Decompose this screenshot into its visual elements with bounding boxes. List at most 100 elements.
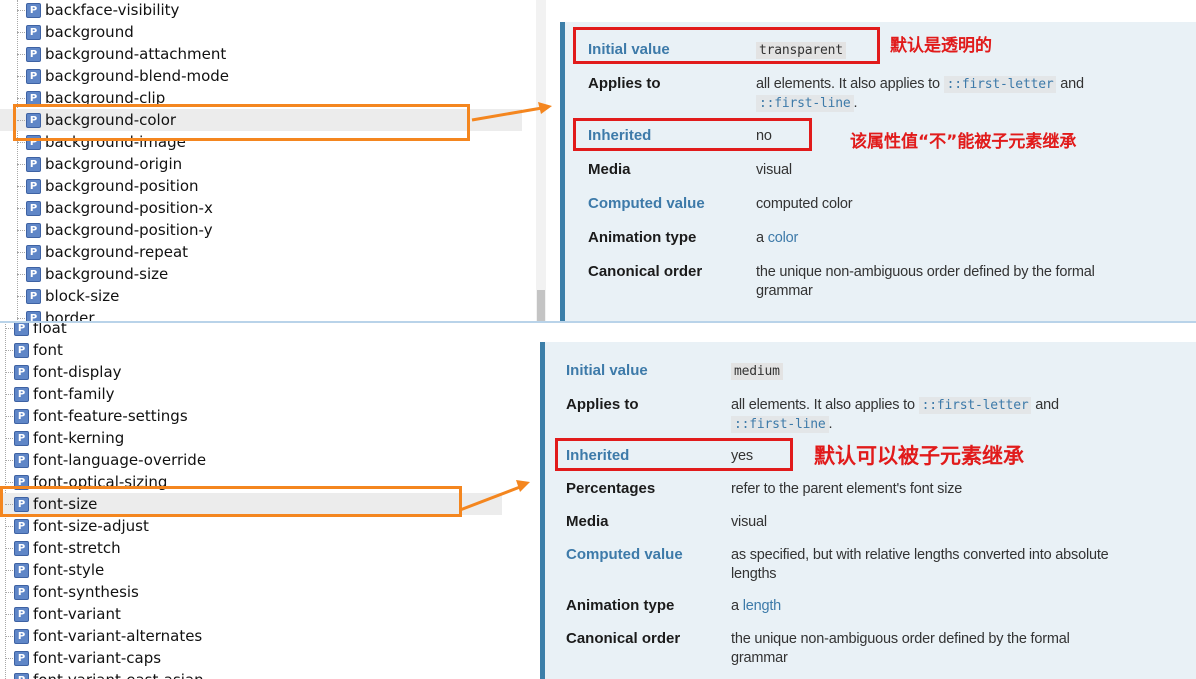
property-icon: P	[26, 3, 41, 18]
background-color-highlight	[13, 104, 470, 141]
tree-connector	[17, 54, 25, 55]
background-color-properties: Initial value transparent Applies to all…	[548, 0, 1196, 322]
tree-item-label: background	[45, 23, 134, 41]
tree-item-label: background-attachment	[45, 45, 227, 63]
tree-item[interactable]: Pbackground-attachment	[0, 43, 522, 65]
percentages-label: Percentages	[566, 480, 656, 497]
tree-item[interactable]: Pbackground-blend-mode	[0, 65, 522, 87]
tree-connector	[5, 591, 13, 593]
top-property-tree: Pbackface-visibility Pbackground Pbackgrou…	[0, 0, 548, 322]
property-icon: P	[14, 650, 29, 666]
property-icon: P	[26, 267, 41, 282]
tree-item[interactable]: Pfont-variant	[0, 603, 502, 625]
media-label: Media	[588, 161, 631, 178]
tree-connector	[5, 437, 13, 439]
tree-item[interactable]: Pbackground-position	[0, 175, 522, 197]
tree-item[interactable]: Pfont-feature-settings	[0, 405, 502, 427]
tree-item[interactable]: Pfont-display	[0, 361, 502, 383]
tree-item[interactable]: Pfont-style	[0, 559, 502, 581]
tree-item[interactable]: Pfont-variant-alternates	[0, 625, 502, 647]
tree-item-label: font-display	[33, 362, 122, 381]
length-link[interactable]: length	[743, 598, 782, 614]
inherited-default-note: 默认可以被子元素继承	[814, 444, 1024, 468]
property-icon: P	[26, 223, 41, 238]
color-link[interactable]: color	[768, 230, 799, 246]
tree-item[interactable]: Pbackground-position-y	[0, 219, 522, 241]
tree-connector	[17, 252, 25, 253]
property-icon: P	[26, 25, 41, 40]
tree-item-label: background-position	[45, 177, 199, 195]
tree-connector	[17, 208, 25, 209]
canonical-order-value: the unique non-ambiguous order defined b…	[731, 631, 1070, 666]
tree-scrollbar-thumb[interactable]	[537, 290, 545, 322]
initial-value-highlight	[573, 27, 880, 64]
tree-connector	[17, 186, 25, 187]
tree-item-label: font-size-adjust	[33, 516, 149, 535]
tree-item[interactable]: Pfont-variant-caps	[0, 647, 502, 669]
tree-item[interactable]: Pfont-family	[0, 383, 502, 405]
tree-item-label: float	[33, 322, 67, 337]
inherited-highlight	[555, 438, 793, 471]
tree-item-label: background-position-y	[45, 221, 213, 239]
property-icon: P	[26, 69, 41, 84]
inherited-highlight	[573, 118, 812, 151]
tree-item[interactable]: Pblock-size	[0, 285, 522, 307]
tree-connector	[5, 525, 13, 527]
tree-item[interactable]: Pbackground	[0, 21, 522, 43]
tree-scrollbar[interactable]	[536, 0, 546, 322]
animation-type-label: Animation type	[566, 597, 675, 614]
canonical-order-label: Canonical order	[588, 263, 703, 280]
tree-item-label: background-origin	[45, 155, 183, 173]
tree-connector	[17, 10, 25, 11]
tree-item[interactable]: Pfont-variant-east-asian	[0, 669, 502, 679]
tree-item-label: font-family	[33, 384, 115, 403]
tree-item-label: font	[33, 340, 63, 359]
tree-connector	[5, 459, 13, 461]
tree-item[interactable]: Pfont-stretch	[0, 537, 502, 559]
computed-value: as specified, but with relative lengths …	[731, 547, 1109, 582]
property-icon: P	[14, 322, 29, 336]
tree-item-label: font-variant-caps	[33, 648, 162, 667]
tree-connector	[17, 318, 25, 319]
tree-item[interactable]: Pbackground-size	[0, 263, 522, 285]
tree-item-label: border	[45, 309, 95, 322]
first-letter-link[interactable]: ::first-letter	[943, 76, 1057, 93]
tree-item-label: font-variant-east-asian	[33, 669, 204, 679]
tree-item[interactable]: Pbackground-origin	[0, 153, 522, 175]
tree-item-label: font-synthesis	[33, 582, 139, 601]
tree-connector	[5, 481, 13, 483]
property-icon: P	[26, 245, 41, 260]
property-icon: P	[26, 179, 41, 194]
property-icon: P	[14, 606, 29, 622]
tree-item-label: background-size	[45, 265, 169, 283]
computed-value-link[interactable]: Computed value	[566, 546, 683, 563]
tree-item-label: font-feature-settings	[33, 406, 188, 425]
first-line-link[interactable]: ::first-line	[731, 416, 829, 433]
tree-item[interactable]: Pfont-language-override	[0, 449, 502, 471]
tree-connector	[5, 613, 13, 615]
tree-item[interactable]: Pfloat	[0, 322, 502, 339]
tree-connector	[5, 569, 13, 571]
applies-to-value: all elements. It also applies to ::first…	[756, 76, 1084, 112]
tree-item[interactable]: Pfont-synthesis	[0, 581, 502, 603]
tree-connector	[5, 349, 13, 351]
tree-item[interactable]: Pfont-size-adjust	[0, 515, 502, 537]
tree-item[interactable]: Pbackface-visibility	[0, 0, 522, 21]
tree-item-label: backface-visibility	[45, 1, 180, 19]
initial-value: medium	[731, 362, 783, 381]
first-letter-link[interactable]: ::first-letter	[918, 397, 1032, 414]
tree-item[interactable]: Pbackground-repeat	[0, 241, 522, 263]
tree-item[interactable]: Pfont	[0, 339, 502, 361]
computed-value-link[interactable]: Computed value	[588, 195, 705, 212]
arrow-icon	[459, 480, 530, 512]
tree-item-label: background-repeat	[45, 243, 189, 261]
tree-connector	[17, 274, 25, 275]
tree-connector	[5, 393, 13, 395]
initial-value-link[interactable]: Initial value	[566, 362, 648, 379]
first-line-link[interactable]: ::first-line	[756, 95, 854, 112]
tree-item[interactable]: Pfont-kerning	[0, 427, 502, 449]
tree-connector	[17, 164, 25, 165]
tree-item[interactable]: Pbackground-position-x	[0, 197, 522, 219]
tree-item[interactable]: Pborder	[0, 307, 522, 322]
tree-item-label: font-language-override	[33, 450, 207, 469]
